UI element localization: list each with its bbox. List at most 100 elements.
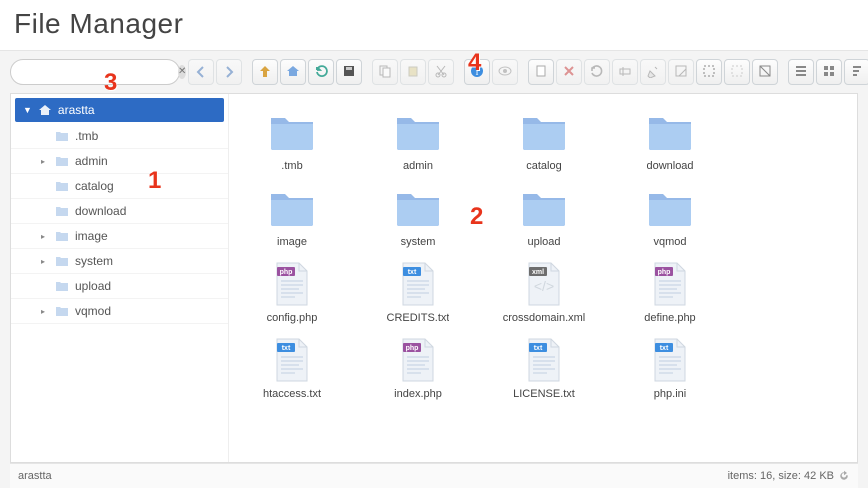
toolbar-preview-button [492, 59, 518, 85]
status-bar: arastta items: 16, size: 42 KB [10, 463, 858, 488]
caret-right-icon: ▸ [41, 257, 49, 266]
toolbar-up-button[interactable] [252, 59, 278, 85]
file-txt-icon: txt [646, 336, 694, 384]
toolbar-cut-button [428, 59, 454, 85]
toolbar-paste-button [400, 59, 426, 85]
toolbar-select-none-button[interactable] [724, 59, 750, 85]
forward-icon [222, 64, 236, 81]
delete-icon [562, 64, 576, 81]
top-bar: ✕ i? [10, 59, 858, 85]
view-list-icon [794, 64, 808, 81]
search-input[interactable] [23, 65, 178, 79]
toolbar-new-file-button[interactable] [528, 59, 554, 85]
file-name-label: image [277, 236, 307, 248]
file-name-label: download [646, 160, 693, 172]
toolbar-invert-selection-button[interactable] [752, 59, 778, 85]
toolbar-save-settings-button[interactable] [336, 59, 362, 85]
file-php-icon: php [394, 336, 442, 384]
toolbar-reload-button[interactable] [308, 59, 334, 85]
new-file-icon [534, 64, 548, 81]
home-icon [286, 64, 300, 81]
invert-selection-icon [758, 64, 772, 81]
toolbar-view-icons-button[interactable] [816, 59, 842, 85]
file-item[interactable]: txthtaccess.txt [229, 336, 355, 400]
tree-item-admin[interactable]: ▸admin [11, 149, 228, 174]
file-item[interactable]: </> xml crossdomain.xml [481, 260, 607, 324]
folder-tree: ▼ arastta .tmb▸admin catalog download ▸ imag… [11, 94, 229, 462]
file-manager-body: ▼ arastta .tmb▸admincatalogdownload▸imag… [10, 93, 858, 463]
file-item[interactable]: phpdefine.php [607, 260, 733, 324]
save-settings-icon [342, 64, 356, 81]
file-item[interactable]: vqmod [607, 184, 733, 248]
view-icons-icon [822, 64, 836, 81]
file-name-label: system [401, 236, 436, 248]
toolbar-copy-button [372, 59, 398, 85]
tree-item-system[interactable]: ▸system [11, 249, 228, 274]
file-name-label: vqmod [653, 236, 686, 248]
copy-icon [378, 64, 392, 81]
view-sort-icon [850, 64, 864, 81]
search-box[interactable]: ✕ [10, 59, 180, 85]
page-title: File Manager [0, 0, 868, 50]
file-item[interactable]: phpindex.php [355, 336, 481, 400]
caret-right-icon: ▸ [41, 232, 49, 241]
file-item[interactable]: txtphp.ini [607, 336, 733, 400]
toolbar-edit-button [640, 59, 666, 85]
file-name-label: crossdomain.xml [503, 312, 586, 324]
file-txt-icon: txt [394, 260, 442, 308]
icons-pane[interactable]: .tmb admin catalog download image system uploa… [229, 94, 857, 462]
undo-icon [590, 64, 604, 81]
file-item[interactable]: admin [355, 108, 481, 172]
file-item[interactable]: txtCREDITS.txt [355, 260, 481, 324]
toolbar-select-all-button[interactable] [696, 59, 722, 85]
file-item[interactable]: image [229, 184, 355, 248]
tree-item-image[interactable]: ▸ image [11, 224, 228, 249]
file-name-label: .tmb [281, 160, 302, 172]
tree-item-vqmod[interactable]: ▸vqmod [11, 299, 228, 324]
file-name-label: LICENSE.txt [513, 388, 575, 400]
resize-icon [674, 64, 688, 81]
svg-text:xml: xml [532, 269, 544, 276]
tree-root[interactable]: ▼ arastta [15, 98, 224, 122]
folder-icon [646, 184, 694, 232]
file-item[interactable]: phpconfig.php [229, 260, 355, 324]
folder-icon [520, 108, 568, 156]
file-item[interactable]: upload [481, 184, 607, 248]
file-item[interactable]: txtLICENSE.txt [481, 336, 607, 400]
toolbar-rename-button [612, 59, 638, 85]
file-name-label: admin [403, 160, 433, 172]
tree-root-label: arastta [58, 103, 95, 117]
status-refresh-icon[interactable] [834, 470, 850, 482]
folder-icon [394, 108, 442, 156]
toolbar-view-sort-button[interactable] [844, 59, 868, 85]
preview-icon [498, 64, 512, 81]
file-item[interactable]: download [607, 108, 733, 172]
rename-icon [618, 64, 632, 81]
svg-text:txt: txt [408, 269, 417, 276]
tree-item-label: upload [75, 279, 111, 293]
toolbar-home-button[interactable] [280, 59, 306, 85]
tree-item-download[interactable]: download [11, 199, 228, 224]
clear-search-icon[interactable]: ✕ [178, 65, 186, 79]
file-name-label: htaccess.txt [263, 388, 321, 400]
file-item[interactable]: system [355, 184, 481, 248]
tree-item-label: catalog [75, 179, 114, 193]
svg-text:</>: </> [534, 278, 554, 294]
svg-text:php: php [280, 269, 293, 276]
file-item[interactable]: .tmb [229, 108, 355, 172]
info-icon: i [470, 64, 484, 81]
status-summary: items: 16, size: 42 KB [728, 470, 850, 482]
toolbar-info-button[interactable]: i [464, 59, 490, 85]
tree-item-label: image [75, 229, 108, 243]
folder-icon [55, 255, 69, 267]
tree-item-upload[interactable]: upload [11, 274, 228, 299]
toolbar-delete-button [556, 59, 582, 85]
toolbar-view-list-button[interactable] [788, 59, 814, 85]
file-name-label: upload [527, 236, 560, 248]
folder-icon [394, 184, 442, 232]
file-item[interactable]: catalog [481, 108, 607, 172]
tree-item-label: vqmod [75, 304, 111, 318]
tree-item-catalog[interactable]: catalog [11, 174, 228, 199]
folder-icon [55, 305, 69, 317]
tree-item-tmb[interactable]: .tmb [11, 124, 228, 149]
